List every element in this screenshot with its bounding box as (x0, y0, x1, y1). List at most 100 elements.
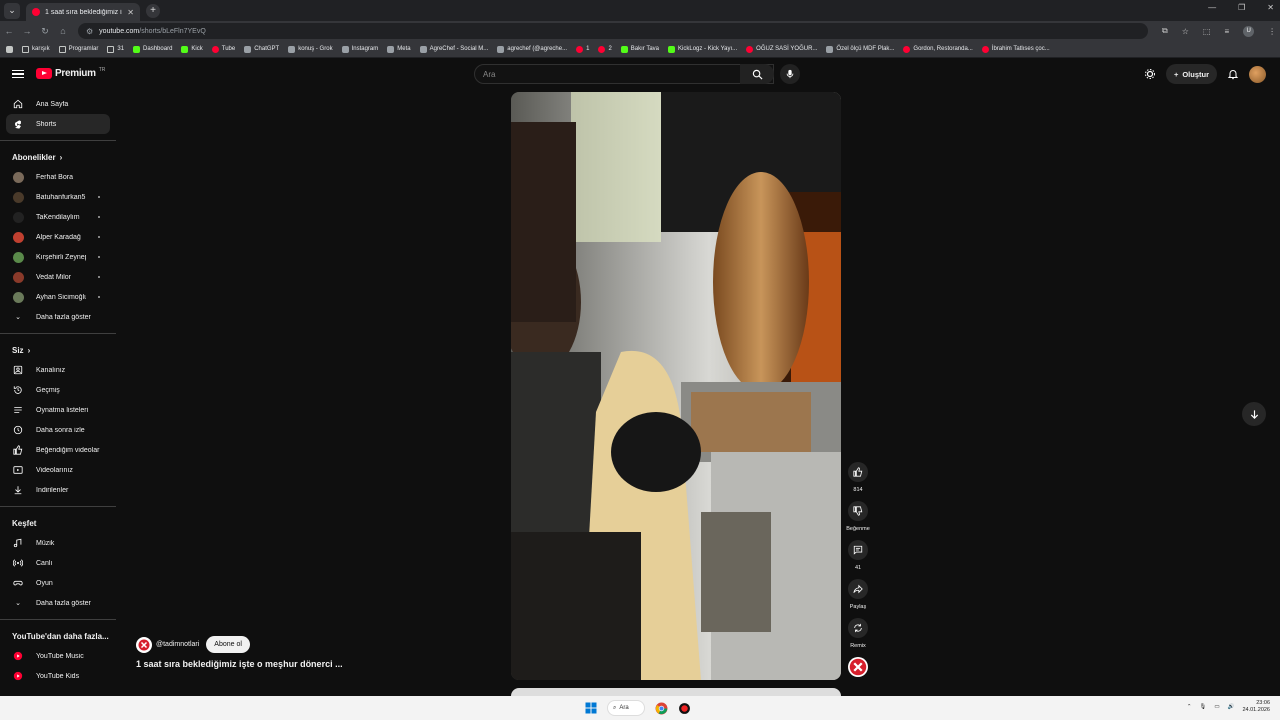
sidebar-subscription[interactable]: Batuhanfurkan5 (0, 187, 110, 207)
tab-search-button[interactable]: ⌄ (4, 2, 20, 19)
bookmark-item[interactable]: konuş - Grok (288, 45, 333, 53)
bookmark-item[interactable]: Instagram (341, 45, 378, 53)
show-more-subscriptions[interactable]: ⌄ Daha fazla göster (0, 307, 110, 327)
sidebar-subscription[interactable]: Alper Karadağ (0, 227, 110, 247)
subscription-label: TaKendilaylım (36, 213, 80, 221)
close-window-icon[interactable]: ✕ (1267, 3, 1274, 12)
hamburger-menu-icon[interactable] (12, 68, 24, 80)
short-title[interactable]: 1 saat sıra beklediğimiz işte o meşhur d… (136, 659, 343, 669)
bookmark-item[interactable]: AgreChef - Social M... (419, 45, 488, 53)
forward-icon[interactable]: → (18, 26, 36, 36)
bookmark-item[interactable]: 31 (107, 45, 124, 53)
network-icon[interactable]: ▭ (1214, 704, 1219, 710)
bookmark-item[interactable]: İbrahim Tatlıses çoc... (981, 45, 1050, 53)
bookmark-item[interactable]: Özel ölçü MDF Plak... (826, 45, 894, 53)
volume-icon[interactable]: 🔊 (1228, 704, 1235, 710)
profile-icon[interactable]: U (1243, 25, 1255, 37)
sidebar-subscription[interactable]: Kırşehirli Zeynep (0, 247, 110, 267)
sidebar-subscription[interactable]: TaKendilaylım (0, 207, 110, 227)
sidebar-item-home[interactable]: Ana Sayfa (0, 94, 110, 114)
sidebar-item-clock[interactable]: Daha sonra izle (0, 420, 110, 440)
clock[interactable]: 23:06 24.01.2026 (1242, 700, 1270, 714)
like-button[interactable] (848, 462, 868, 482)
bookmark-item[interactable]: agrechef (@agreche... (497, 45, 567, 53)
show-hidden-icons-icon[interactable]: ⌃ (1187, 704, 1192, 710)
site-info-icon[interactable]: ⚙ (86, 27, 93, 36)
address-bar[interactable]: ⚙ youtube.com/shorts/bLeFln7YEvQ (78, 23, 1148, 39)
bookmark-item[interactable]: Programlar (58, 45, 98, 53)
next-short-preview[interactable] (511, 688, 841, 696)
bookmark-item[interactable]: ChatGPT (244, 45, 279, 53)
maximize-icon[interactable]: ❐ (1238, 3, 1245, 12)
new-content-dot (98, 296, 100, 298)
search-button[interactable] (740, 64, 774, 84)
subscribe-button[interactable]: Abone ol (206, 636, 250, 653)
sidebar-item-history[interactable]: Geçmiş (0, 380, 110, 400)
remix-label: Remix (850, 643, 866, 649)
account-avatar[interactable] (1249, 65, 1266, 83)
app-icon[interactable] (678, 702, 691, 715)
subscriptions-heading[interactable]: Abonelikler › (0, 147, 116, 167)
remix-button[interactable] (848, 618, 868, 638)
dislike-button[interactable] (847, 501, 868, 521)
show-more-explore[interactable]: ⌄ Daha fazla göster (0, 593, 110, 613)
minimize-icon[interactable]: — (1208, 3, 1216, 12)
bookmark-item[interactable]: KickLogz - Kick Yayı... (668, 45, 737, 53)
you-heading[interactable]: Siz › (0, 340, 116, 360)
next-short-button[interactable] (1242, 402, 1266, 426)
bookmark-item[interactable]: Bakır Tava (620, 45, 659, 53)
sidebar-item-download[interactable]: İndirilenler (0, 480, 110, 500)
chrome-icon[interactable] (655, 702, 668, 715)
bookmark-item[interactable]: OĞUZ SASİ YOĞUR... (746, 45, 817, 53)
bookmark-item[interactable]: Dashboard (133, 45, 172, 53)
sidebar-item-video[interactable]: Videolarınız (0, 460, 110, 480)
voice-search-button[interactable] (780, 64, 800, 84)
sidebar-item-gaming[interactable]: Oyun (0, 573, 110, 593)
apps-grid-icon[interactable] (6, 45, 13, 53)
sidebar-item-music[interactable]: Müzik (0, 533, 110, 553)
sidebar-item-live[interactable]: Canlı (0, 553, 110, 573)
browser-tab[interactable]: 1 saat sıra beklediğimiz işte o meşhur d… (26, 3, 140, 21)
notifications-bell-icon[interactable] (1227, 68, 1239, 80)
windows-start-icon[interactable] (585, 702, 597, 714)
sidebar-item-more-0[interactable]: YouTube Music (0, 646, 110, 666)
back-icon[interactable]: ← (0, 26, 18, 36)
sidebar-subscription[interactable]: Vedat Milor (0, 267, 110, 287)
browser-menu-icon[interactable]: ⋮ (1268, 27, 1276, 36)
close-tab-icon[interactable]: ✕ (127, 8, 134, 17)
share-button[interactable] (848, 579, 868, 599)
comments-button[interactable] (848, 540, 868, 560)
sidebar-item-thumb-up[interactable]: Beğendiğim videolar (0, 440, 110, 460)
channel-avatar[interactable] (136, 636, 152, 653)
extensions-icon[interactable]: ⬚ (1203, 27, 1211, 36)
youtube-premium-logo[interactable]: Premium TR (36, 67, 105, 79)
sidebar-subscription[interactable]: Ferhat Bora (0, 167, 110, 187)
short-video[interactable] (511, 92, 841, 680)
media-controls-icon[interactable]: ≡ (1224, 27, 1229, 36)
microphone-tray-icon[interactable]: 🎙 (1199, 704, 1206, 710)
bookmark-item[interactable]: karışık (22, 45, 50, 53)
sidebar-item-playlist[interactable]: Oynatma listeleri (0, 400, 110, 420)
sidebar-item-shorts[interactable]: Shorts (6, 114, 110, 134)
sidebar-subscription[interactable]: Ayhan Sicimoğlu (0, 287, 110, 307)
install-app-icon[interactable]: ⧉ (1162, 26, 1168, 36)
audio-source-thumbnail[interactable] (848, 657, 868, 677)
cast-gear-icon[interactable] (1144, 68, 1156, 80)
bookmark-item[interactable]: Meta (387, 45, 411, 53)
reload-icon[interactable]: ↻ (36, 26, 54, 37)
bookmark-item[interactable]: 1 (576, 45, 589, 53)
bookmark-item[interactable]: Tube (211, 45, 235, 53)
youtube-icon (598, 45, 606, 53)
create-button[interactable]: + Oluştur (1165, 64, 1217, 84)
new-tab-button[interactable]: + (146, 3, 160, 18)
bookmark-star-icon[interactable]: ☆ (1182, 27, 1189, 36)
bookmark-item[interactable]: 2 (598, 45, 612, 53)
bookmark-item[interactable]: Kick (181, 45, 203, 53)
home-browser-icon[interactable]: ⌂ (54, 26, 72, 36)
taskbar-search[interactable]: ⌕ Ara (607, 700, 645, 716)
channel-handle[interactable]: @tadimnotlari (156, 641, 199, 648)
bookmark-item[interactable]: Gordon, Restoranda... (903, 45, 973, 53)
sidebar-item-more-1[interactable]: YouTube Kids (0, 666, 110, 686)
sidebar-item-channel[interactable]: Kanalınız (0, 360, 110, 380)
search-input[interactable]: Ara (474, 64, 774, 84)
